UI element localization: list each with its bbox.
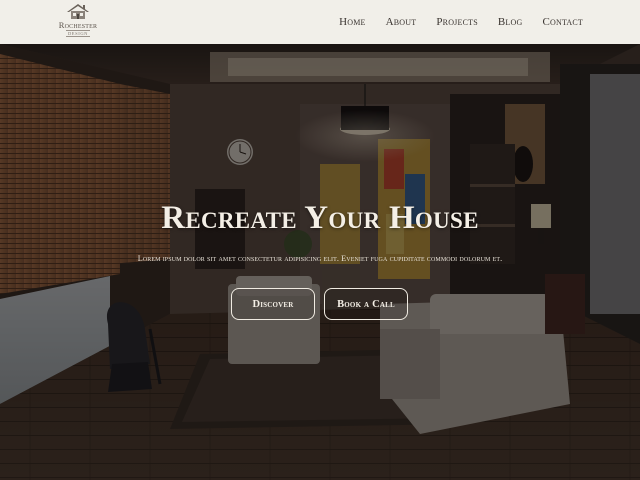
book-a-call-button[interactable]: Book a Call <box>324 288 408 320</box>
brand-tagline: DESIGN <box>65 30 91 37</box>
nav-item-home[interactable]: Home <box>339 16 366 28</box>
brand-name: Rochester <box>58 20 98 30</box>
hero-section: Recreate Your House Lorem ipsum dolor si… <box>0 44 640 480</box>
hero-subtitle: Lorem ipsum dolor sit amet consectetur a… <box>137 254 503 263</box>
nav-item-about[interactable]: About <box>386 16 417 28</box>
main-nav: Home About Projects Blog Contact <box>339 0 583 44</box>
brand-logo[interactable]: Rochester DESIGN <box>56 3 100 41</box>
top-navbar: Rochester DESIGN Home About Projects Blo… <box>0 0 640 44</box>
hero-title: Recreate Your House <box>161 200 479 236</box>
nav-item-blog[interactable]: Blog <box>498 16 523 28</box>
nav-item-contact[interactable]: Contact <box>542 16 583 28</box>
nav-item-projects[interactable]: Projects <box>436 16 478 28</box>
discover-button[interactable]: Discover <box>231 288 315 320</box>
house-logo-icon <box>67 4 89 19</box>
